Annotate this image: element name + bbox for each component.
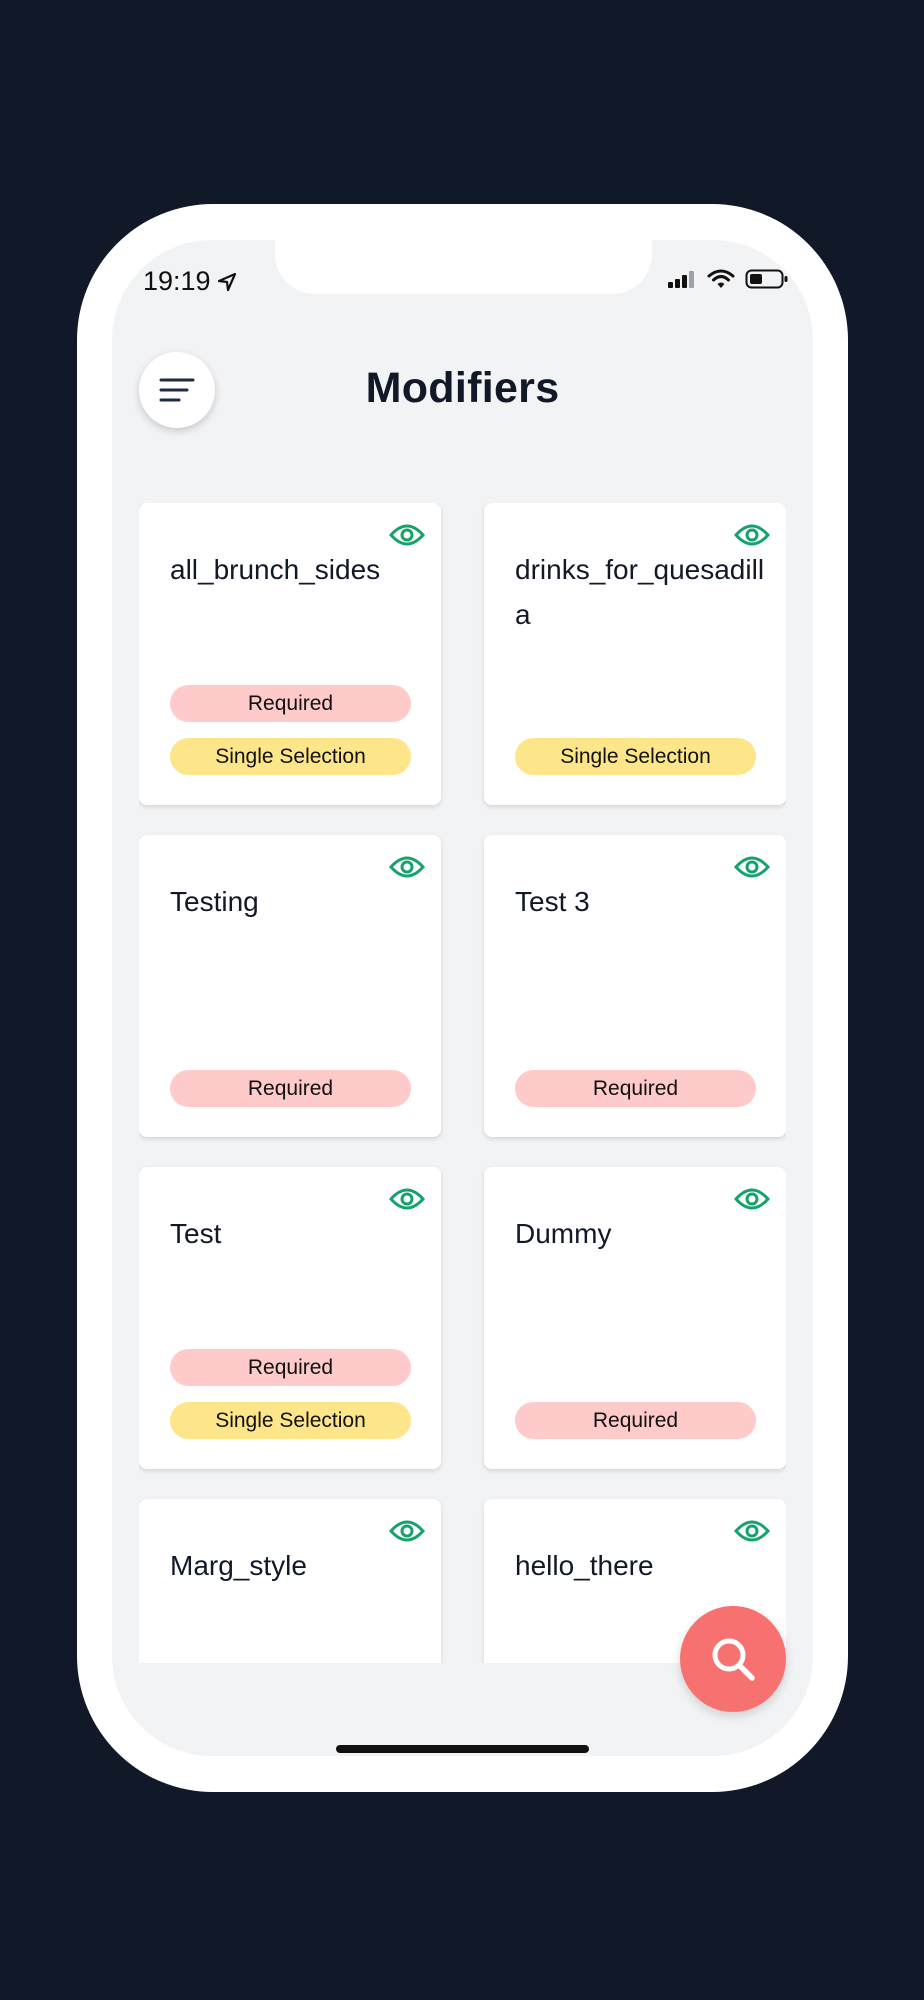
modifier-title: hello_there <box>515 1550 654 1581</box>
modifier-title: Testing <box>170 886 259 917</box>
search-fab-button[interactable] <box>680 1606 786 1712</box>
required-badge: Required <box>515 1070 756 1107</box>
modifiers-grid: all_brunch_sides Required Single Selecti… <box>139 503 786 1663</box>
status-bar-icons <box>667 268 789 290</box>
modifier-title: Test <box>170 1218 222 1249</box>
status-time-text: 19:19 <box>143 266 211 296</box>
modifier-title: Dummy <box>515 1218 612 1249</box>
location-arrow-icon <box>217 272 236 291</box>
eye-icon[interactable] <box>389 1185 425 1213</box>
eye-icon[interactable] <box>389 521 425 549</box>
modifier-title: all_brunch_sides <box>170 554 381 585</box>
home-indicator[interactable] <box>336 1745 589 1753</box>
modifier-card[interactable]: drinks_for_quesadilla Single Selection <box>484 503 786 805</box>
eye-icon[interactable] <box>734 853 770 881</box>
single-selection-badge: Single Selection <box>170 1402 411 1439</box>
eye-icon[interactable] <box>734 1517 770 1545</box>
search-icon <box>712 1638 755 1681</box>
wifi-icon <box>707 269 735 288</box>
modifier-title: drinks_for_quesadilla <box>515 554 765 630</box>
required-badge: Required <box>170 685 411 722</box>
single-selection-badge: Single Selection <box>170 738 411 775</box>
modifier-card[interactable]: Test Required Single Selection <box>139 1167 441 1469</box>
modifier-card[interactable]: Dummy Required <box>484 1167 786 1469</box>
eye-icon[interactable] <box>389 853 425 881</box>
modifier-card[interactable]: Marg_style <box>139 1499 441 1663</box>
app-screen: 19:19 Modifiers all_brunch_sides Require… <box>112 240 813 1756</box>
modifier-card[interactable]: Testing Required <box>139 835 441 1137</box>
eye-icon[interactable] <box>734 521 770 549</box>
battery-icon <box>745 269 788 289</box>
device-notch <box>275 240 652 294</box>
required-badge: Required <box>170 1070 411 1107</box>
page-title: Modifiers <box>365 364 560 412</box>
modifier-card[interactable]: all_brunch_sides Required Single Selecti… <box>139 503 441 805</box>
required-badge: Required <box>515 1402 756 1439</box>
eye-icon[interactable] <box>389 1517 425 1545</box>
eye-icon[interactable] <box>734 1185 770 1213</box>
status-bar-time: 19:19 <box>143 266 237 297</box>
required-badge: Required <box>170 1349 411 1386</box>
modifier-title: Marg_style <box>170 1550 307 1581</box>
modifier-card[interactable]: Test 3 Required <box>484 835 786 1137</box>
single-selection-badge: Single Selection <box>515 738 756 775</box>
cellular-signal-icon <box>668 271 694 288</box>
modifier-title: Test 3 <box>515 886 590 917</box>
